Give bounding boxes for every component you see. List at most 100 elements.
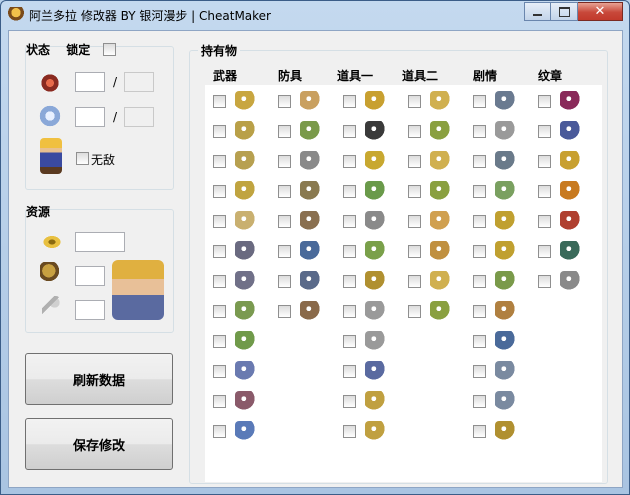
inventory-item: [213, 331, 269, 353]
inventory-item-checkbox[interactable]: [343, 365, 356, 378]
inventory-item-checkbox[interactable]: [213, 155, 226, 168]
lock-checkbox[interactable]: [103, 43, 116, 56]
inventory-item-checkbox[interactable]: [538, 185, 551, 198]
inventory-item-checkbox[interactable]: [213, 425, 226, 438]
inventory-item-checkbox[interactable]: [343, 425, 356, 438]
inventory-item-checkbox[interactable]: [213, 305, 226, 318]
inventory-item-checkbox[interactable]: [343, 95, 356, 108]
inventory-item-checkbox[interactable]: [408, 275, 421, 288]
inventory-item-checkbox[interactable]: [278, 155, 291, 168]
inventory-item-checkbox[interactable]: [538, 275, 551, 288]
inventory-item-checkbox[interactable]: [408, 125, 421, 138]
inventory-item-checkbox[interactable]: [408, 305, 421, 318]
mp-max-field[interactable]: [124, 107, 154, 127]
inventory-item: [343, 91, 399, 113]
inventory-item-checkbox[interactable]: [473, 95, 486, 108]
title-bar[interactable]: 阿兰多拉 修改器 BY 银河漫步 | CheatMaker ✕: [1, 1, 629, 29]
armor-icon: [300, 181, 322, 203]
inventory-item: [538, 241, 594, 263]
inventory-item-checkbox[interactable]: [538, 245, 551, 258]
key-icon: [495, 181, 517, 203]
resource-field-3[interactable]: [75, 300, 105, 320]
inventory-item: [408, 241, 464, 263]
gem-icon: [560, 211, 582, 233]
inventory-item-checkbox[interactable]: [473, 275, 486, 288]
inventory-item-checkbox[interactable]: [278, 215, 291, 228]
hp-current-field[interactable]: [75, 72, 105, 92]
inventory-item-checkbox[interactable]: [473, 305, 486, 318]
inventory-item-checkbox[interactable]: [278, 275, 291, 288]
inventory-item: [343, 211, 399, 233]
inventory-item-checkbox[interactable]: [473, 125, 486, 138]
invincible-checkbox[interactable]: [76, 152, 89, 165]
inventory-item-checkbox[interactable]: [343, 245, 356, 258]
orb-icon: [495, 301, 517, 323]
inventory-item-checkbox[interactable]: [408, 215, 421, 228]
inventory-item-checkbox[interactable]: [408, 155, 421, 168]
inventory-item-checkbox[interactable]: [343, 395, 356, 408]
inventory-item-checkbox[interactable]: [213, 245, 226, 258]
minimize-button[interactable]: [524, 2, 551, 21]
maximize-button[interactable]: [551, 2, 578, 21]
inventory-item-checkbox[interactable]: [343, 275, 356, 288]
resource-field-2[interactable]: [75, 266, 105, 286]
inventory-item-checkbox[interactable]: [213, 215, 226, 228]
inventory-item-checkbox[interactable]: [278, 245, 291, 258]
mp-crystal-icon: [37, 103, 63, 129]
inventory-item-checkbox[interactable]: [213, 335, 226, 348]
inventory-item-checkbox[interactable]: [408, 185, 421, 198]
inventory-item-checkbox[interactable]: [538, 155, 551, 168]
scroll-icon: [365, 151, 387, 173]
inventory-item-checkbox[interactable]: [343, 335, 356, 348]
inventory-panel: [205, 85, 602, 482]
inventory-item-checkbox[interactable]: [213, 365, 226, 378]
inventory-item-checkbox[interactable]: [278, 185, 291, 198]
hp-gem-icon: [34, 67, 66, 99]
inventory-item-checkbox[interactable]: [213, 185, 226, 198]
inventory-item: [343, 301, 399, 323]
boots-icon: [300, 241, 322, 263]
inventory-item-checkbox[interactable]: [343, 185, 356, 198]
inventory-item-checkbox[interactable]: [473, 185, 486, 198]
inventory-item: [408, 91, 464, 113]
inventory-item-checkbox[interactable]: [473, 365, 486, 378]
inventory-item-checkbox[interactable]: [343, 125, 356, 138]
inventory-item-checkbox[interactable]: [473, 245, 486, 258]
close-button[interactable]: ✕: [578, 2, 623, 21]
inventory-item-checkbox[interactable]: [538, 215, 551, 228]
inventory-item-checkbox[interactable]: [278, 305, 291, 318]
inventory-item-checkbox[interactable]: [538, 125, 551, 138]
app-icon: [8, 7, 24, 23]
inventory-item-checkbox[interactable]: [473, 395, 486, 408]
book-icon: [430, 121, 452, 143]
inventory-item-checkbox[interactable]: [343, 155, 356, 168]
armor-icon: [300, 121, 322, 143]
inventory-item: [343, 151, 399, 173]
inventory-item-checkbox[interactable]: [213, 95, 226, 108]
inventory-item-checkbox[interactable]: [473, 155, 486, 168]
inventory-item: [343, 181, 399, 203]
inventory-item: [473, 181, 529, 203]
resource-field-1[interactable]: [75, 232, 125, 252]
resources-label: 资源: [26, 205, 51, 219]
inventory-item-checkbox[interactable]: [343, 305, 356, 318]
refresh-button[interactable]: 刷新数据: [25, 353, 173, 405]
inventory-item-checkbox[interactable]: [408, 95, 421, 108]
inventory-item-checkbox[interactable]: [278, 95, 291, 108]
inventory-item: [343, 361, 399, 383]
inventory-item-checkbox[interactable]: [278, 125, 291, 138]
inventory-item: [343, 241, 399, 263]
inventory-item-checkbox[interactable]: [538, 95, 551, 108]
inventory-item-checkbox[interactable]: [213, 275, 226, 288]
mp-current-field[interactable]: [75, 107, 105, 127]
save-button[interactable]: 保存修改: [25, 418, 173, 470]
inventory-item-checkbox[interactable]: [213, 125, 226, 138]
inventory-item-checkbox[interactable]: [213, 395, 226, 408]
inventory-item-checkbox[interactable]: [473, 335, 486, 348]
inventory-item-checkbox[interactable]: [408, 245, 421, 258]
inventory-item-checkbox[interactable]: [473, 425, 486, 438]
hp-max-field[interactable]: [124, 72, 154, 92]
inventory-item-checkbox[interactable]: [473, 215, 486, 228]
inventory-item: [343, 421, 399, 443]
inventory-item-checkbox[interactable]: [343, 215, 356, 228]
